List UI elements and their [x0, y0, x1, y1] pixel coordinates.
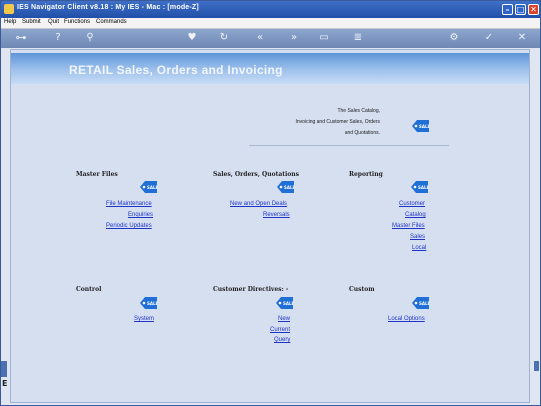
close-button[interactable]: ✕: [528, 4, 539, 15]
help-icon[interactable]: ?: [51, 31, 65, 45]
svg-text:SALE: SALE: [419, 124, 429, 129]
link-new[interactable]: New: [278, 316, 290, 322]
side-panel-marker: E: [2, 379, 8, 388]
forward-icon[interactable]: »: [287, 31, 301, 45]
section-title-reporting: Reporting: [349, 171, 383, 178]
search-icon[interactable]: ⚲: [83, 31, 97, 45]
maximize-button[interactable]: □: [515, 4, 526, 15]
svg-text:SALE: SALE: [418, 185, 428, 190]
link-master-files[interactable]: Master Files: [392, 223, 425, 229]
link-sales[interactable]: Sales: [410, 234, 425, 240]
svg-text:SALE: SALE: [419, 301, 429, 306]
sale-tag-icon: SALE: [140, 181, 157, 193]
link-local-options[interactable]: Local Options: [388, 316, 425, 322]
menu-functions[interactable]: Functions: [64, 19, 90, 25]
window-title: IES Navigator Client v8.18 : My IES - Ma…: [17, 4, 199, 11]
sale-tag-icon: SALE: [411, 181, 428, 193]
section-title-master-files: Master Files: [76, 171, 118, 178]
side-panel-handle[interactable]: [1, 361, 7, 377]
svg-text:SALE: SALE: [147, 301, 157, 306]
description-line-3: and Quotations.: [344, 130, 380, 136]
menu-submit[interactable]: Submit: [22, 19, 41, 25]
ok-icon[interactable]: ✓: [482, 31, 496, 45]
section-title-control: Control: [76, 286, 102, 293]
section-title-customer-directives: Customer Directives: -: [213, 286, 289, 293]
link-reversals[interactable]: Reversals: [263, 212, 290, 218]
sale-tag-icon: SALE: [412, 120, 429, 132]
menu-quit[interactable]: Quit: [48, 19, 59, 25]
sale-tag-icon: SALE: [412, 297, 429, 309]
refresh-icon[interactable]: ↻: [217, 31, 231, 45]
section-title-sales: Sales, Orders, Quotations: [213, 171, 300, 178]
title-bar: IES Navigator Client v8.18 : My IES - Ma…: [1, 1, 540, 18]
menu-commands[interactable]: Commands: [96, 19, 127, 25]
key-icon[interactable]: ⊶: [7, 31, 35, 45]
minimize-button[interactable]: –: [502, 4, 513, 15]
link-current[interactable]: Current: [270, 327, 290, 333]
side-panel-handle-right[interactable]: [534, 361, 539, 371]
back-icon[interactable]: «: [253, 31, 267, 45]
description-line-1: The Sales Catalog,: [337, 108, 380, 114]
link-new-and-open-deals[interactable]: New and Open Deals: [230, 201, 287, 207]
description-line-2: Invoicing and Customer Sales, Orders: [295, 119, 380, 125]
section-title-custom: Custom: [349, 286, 375, 293]
settings-icon[interactable]: ⚙: [447, 31, 461, 45]
menu-help[interactable]: Help: [4, 19, 16, 25]
link-catalog[interactable]: Catalog: [405, 212, 426, 218]
list-icon[interactable]: ≣: [351, 31, 365, 45]
favorite-icon[interactable]: ♥: [185, 31, 199, 45]
sale-tag-icon: SALE: [140, 297, 157, 309]
link-periodic-updates[interactable]: Periodic Updates: [106, 223, 152, 229]
svg-text:SALE: SALE: [147, 185, 157, 190]
menu-bar: Help Submit Quit Functions Commands: [1, 18, 540, 29]
toolbar: ⊶ ? ⚲ ♥ ↻ « » ▭ ≣ ⚙ ✓ ✕: [1, 29, 540, 48]
link-query[interactable]: Query: [274, 337, 290, 343]
sale-tag-icon: SALE: [276, 297, 293, 309]
link-enquiries[interactable]: Enquiries: [128, 212, 153, 218]
link-customer[interactable]: Customer: [399, 201, 425, 207]
sale-tag-icon: SALE: [277, 181, 294, 193]
divider: [249, 145, 449, 146]
app-window: IES Navigator Client v8.18 : My IES - Ma…: [0, 0, 541, 406]
link-local[interactable]: Local: [412, 245, 426, 251]
app-icon: [4, 4, 14, 14]
svg-text:SALE: SALE: [284, 185, 294, 190]
window-icon[interactable]: ▭: [317, 31, 331, 45]
page-banner: RETAIL Sales, Orders and Invoicing: [11, 53, 529, 84]
main-content: RETAIL Sales, Orders and Invoicing The S…: [10, 49, 530, 403]
link-system[interactable]: System: [134, 316, 154, 322]
cancel-icon[interactable]: ✕: [515, 31, 529, 45]
page-title: RETAIL Sales, Orders and Invoicing: [69, 63, 283, 77]
svg-text:SALE: SALE: [283, 301, 293, 306]
link-file-maintenance[interactable]: File Maintenance: [106, 201, 152, 207]
